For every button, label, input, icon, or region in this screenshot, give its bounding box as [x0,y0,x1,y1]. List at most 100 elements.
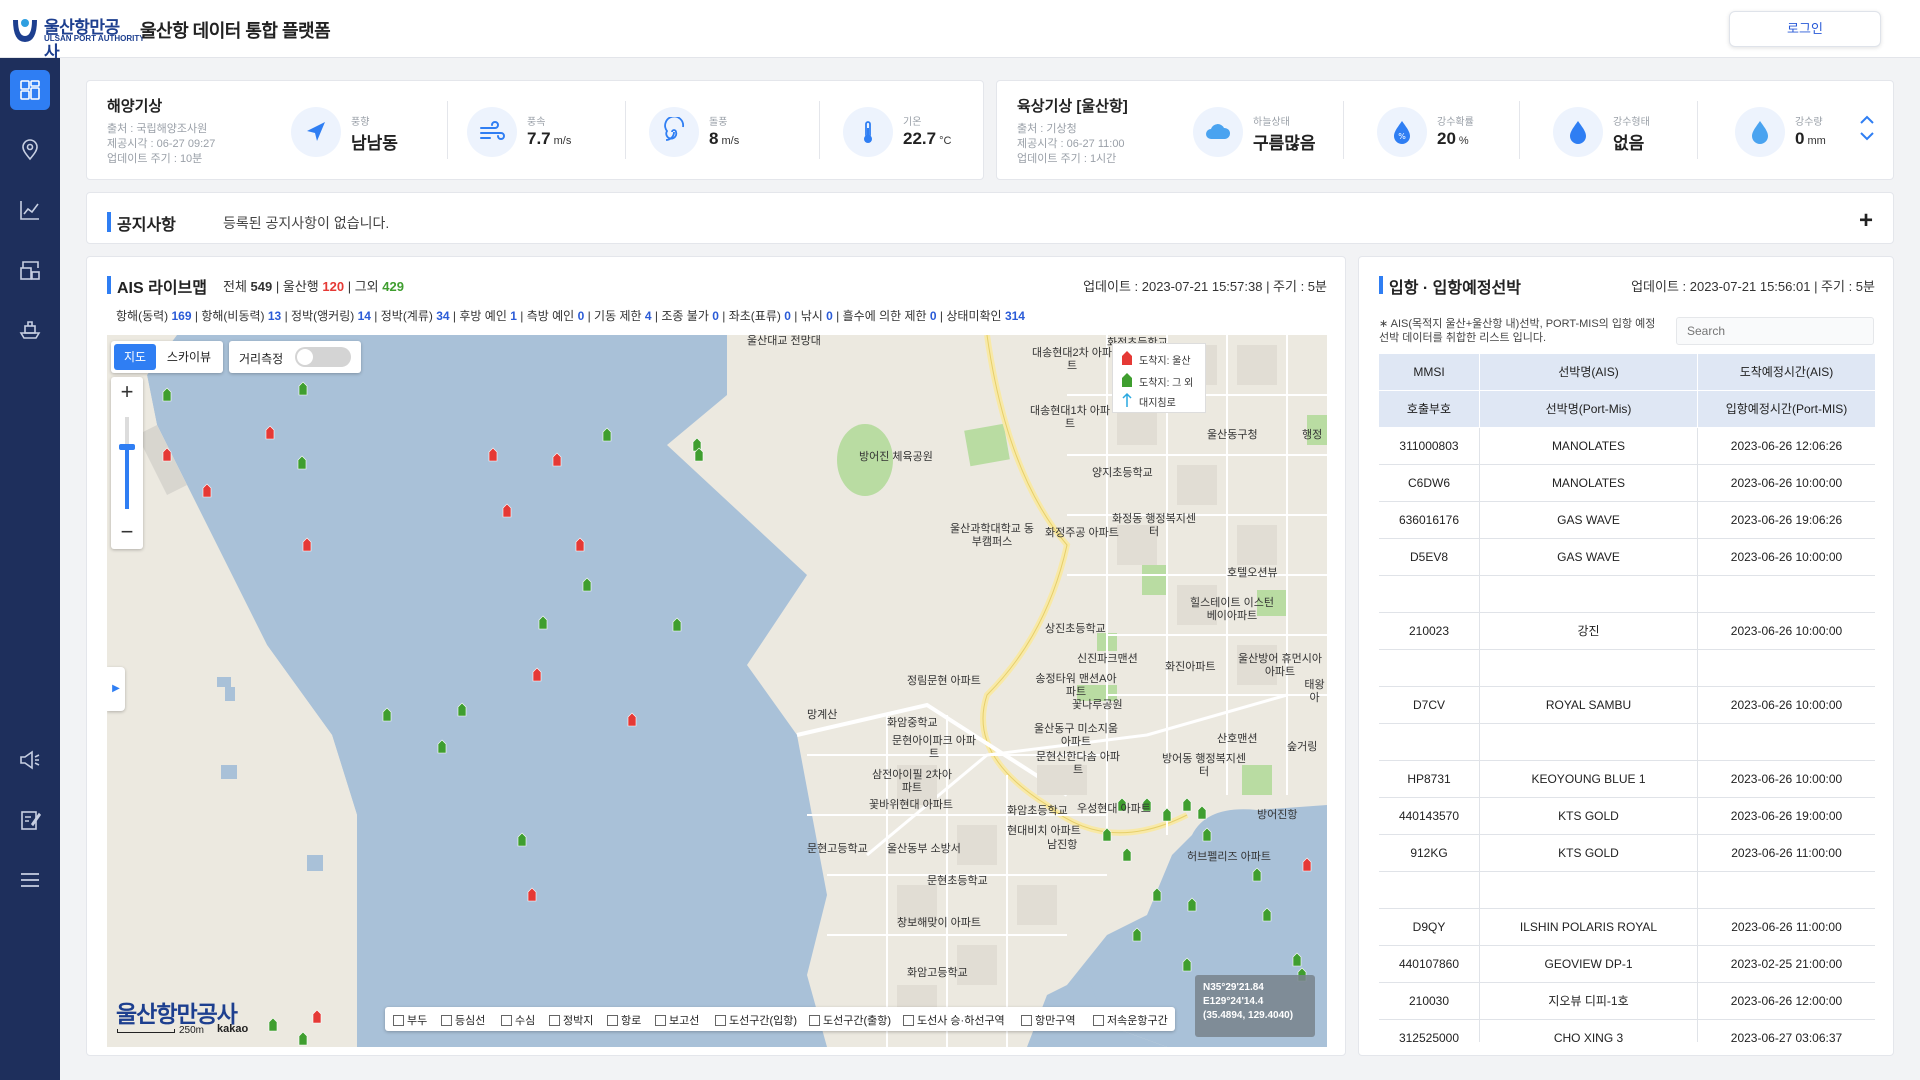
layer-toggle[interactable]: 도선구간(입항) [715,1012,797,1028]
table-row[interactable]: D7CV ROYAL SAMBU 2023-06-26 10:00:00 [1379,687,1875,724]
header-ship-name-portmis[interactable]: 선박명(Port-Mis) [1479,391,1697,428]
vessel-marker[interactable] [1102,827,1112,842]
vessel-marker[interactable] [302,537,312,552]
layer-checkbox[interactable] [441,1014,452,1026]
layer-toggle[interactable]: 항만구역 [1021,1012,1075,1028]
vessel-marker[interactable] [1162,807,1172,822]
vessel-marker[interactable] [1202,827,1212,842]
layer-checkbox[interactable] [903,1014,914,1026]
layer-toggle[interactable]: 도선구간(출항) [809,1012,891,1028]
layer-checkbox[interactable] [655,1014,666,1026]
table-row[interactable]: C6DW6 MANOLATES 2023-06-26 10:00:00 [1379,465,1875,502]
vessel-marker[interactable] [1187,897,1197,912]
tab-map[interactable]: 지도 [114,344,156,370]
vessel-marker[interactable] [298,1031,308,1046]
zoom-in-button[interactable]: + [111,377,143,409]
layer-checkbox[interactable] [1021,1014,1032,1026]
chevron-up-icon[interactable] [1859,113,1875,125]
header-ship-name-ais[interactable]: 선박명(AIS) [1479,354,1697,391]
vessel-marker[interactable] [602,427,612,442]
table-row[interactable] [1379,576,1875,613]
vessel-marker[interactable] [1152,887,1162,902]
layer-checkbox[interactable] [393,1014,404,1026]
sidebar-item-dashboard[interactable] [10,70,50,110]
vessel-marker[interactable] [202,483,212,498]
vessel-marker[interactable] [437,739,447,754]
vessel-marker[interactable] [1252,867,1262,882]
vessel-marker[interactable] [1292,952,1302,967]
ais-map[interactable]: 울산대교 전망대화정초등학교대송현대2차 아파트대송현대1차 아파트방어진 체육… [107,335,1327,1047]
vessel-marker[interactable] [538,615,548,630]
sidebar-item-statistics[interactable] [10,190,50,230]
layer-checkbox[interactable] [549,1014,560,1026]
vessel-marker[interactable] [162,387,172,402]
table-row[interactable]: 440143570 KTS GOLD 2023-06-26 19:00:00 [1379,798,1875,835]
vessel-marker[interactable] [268,1017,278,1032]
layer-checkbox[interactable] [501,1014,512,1026]
header-eta-portmis[interactable]: 입항예정시간(Port-MIS) [1697,391,1875,428]
table-row[interactable]: 912KG KTS GOLD 2023-06-26 11:00:00 [1379,835,1875,872]
vessel-marker[interactable] [532,667,542,682]
layer-toggle[interactable]: 저속운항구간 [1093,1012,1168,1028]
header-eta-ais[interactable]: 도착예정시간(AIS) [1697,354,1875,391]
table-row[interactable]: D9QY ILSHIN POLARIS ROYAL 2023-06-26 11:00… [1379,909,1875,946]
vessel-marker[interactable] [488,447,498,462]
table-row[interactable]: 636016176 GAS WAVE 2023-06-26 19:06:26 [1379,502,1875,539]
layer-checkbox[interactable] [607,1014,618,1026]
layer-toggle[interactable]: 수심 [501,1012,535,1028]
header-mmsi[interactable]: MMSI [1379,354,1479,391]
table-row[interactable] [1379,650,1875,687]
vessel-marker[interactable] [1182,957,1192,972]
layer-toggle[interactable]: 도선사 승·하선구역 [903,1012,1005,1028]
vessel-marker[interactable] [162,447,172,462]
table-row[interactable]: 312525000 CHO XING 3 2023-06-27 03:06:37 [1379,1020,1875,1042]
table-row[interactable] [1379,724,1875,761]
vessel-marker[interactable] [382,707,392,722]
logo[interactable]: 울산항만공사 ULSAN PORT AUTHORITY [10,12,145,62]
sidebar-item-map[interactable] [10,130,50,170]
layer-toggle[interactable]: 정박지 [549,1012,593,1028]
zoom-out-button[interactable]: − [111,517,143,549]
notice-add-button[interactable]: + [1859,207,1873,235]
sidebar-item-board[interactable] [10,800,50,840]
arrivals-table-body[interactable]: 311000803 MANOLATES 2023-06-26 12:06:26 C6D… [1379,428,1875,1042]
vessel-marker[interactable] [265,425,275,440]
sidebar-item-port[interactable] [10,250,50,290]
arrivals-search-input[interactable] [1676,317,1874,345]
layer-checkbox[interactable] [809,1014,820,1026]
vessel-marker[interactable] [1262,907,1272,922]
table-row[interactable]: 210023 강진 2023-06-26 10:00:00 [1379,613,1875,650]
sidebar-item-vessel[interactable] [10,310,50,350]
vessel-marker[interactable] [527,887,537,902]
vessel-marker[interactable] [457,702,467,717]
layer-toggle[interactable]: 항로 [607,1012,641,1028]
layer-checkbox[interactable] [715,1014,726,1026]
zoom-slider[interactable] [125,417,129,509]
vessel-marker[interactable] [312,1009,322,1024]
layer-toggle[interactable]: 등심선 [441,1012,485,1028]
vessel-marker[interactable] [502,503,512,518]
sidebar-item-menu[interactable] [10,860,50,900]
header-callsign[interactable]: 호출부호 [1379,391,1479,428]
vessel-marker[interactable] [582,577,592,592]
table-row[interactable]: 440107860 GEOVIEW DP-1 2023-02-25 21:00:00 [1379,946,1875,983]
vessel-marker[interactable] [552,452,562,467]
table-row[interactable]: D5EV8 GAS WAVE 2023-06-26 10:00:00 [1379,539,1875,576]
vessel-marker[interactable] [297,455,307,470]
weather-scroll-arrows[interactable] [1859,113,1875,153]
vessel-marker[interactable] [1122,847,1132,862]
table-row[interactable]: 210030 지오뷰 디피-1호 2023-06-26 12:00:00 [1379,983,1875,1020]
chevron-down-icon[interactable] [1859,131,1875,143]
vessel-marker[interactable] [1197,805,1207,820]
vessel-marker[interactable] [1182,797,1192,812]
vessel-marker[interactable] [627,712,637,727]
zoom-slider-handle[interactable] [119,444,135,450]
panel-expand-button[interactable]: ▶ [107,667,125,711]
table-row[interactable] [1379,872,1875,909]
tab-skyview[interactable]: 스카이뷰 [159,344,219,370]
layer-checkbox[interactable] [1093,1014,1104,1026]
vessel-marker[interactable] [575,537,585,552]
table-row[interactable]: HP8731 KEOYOUNG BLUE 1 2023-06-26 10:00:00 [1379,761,1875,798]
vessel-marker[interactable] [517,832,527,847]
vessel-marker[interactable] [298,381,308,396]
